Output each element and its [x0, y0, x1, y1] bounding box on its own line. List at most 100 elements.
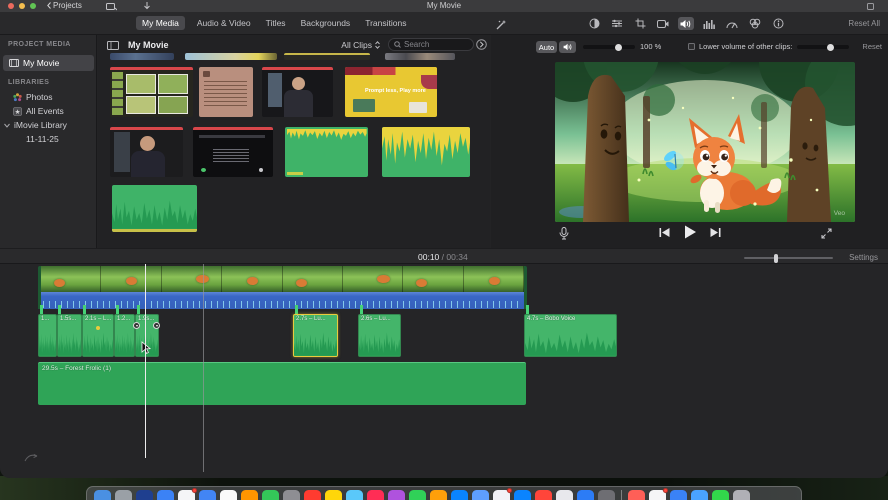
- next-frame-button[interactable]: [710, 227, 721, 238]
- media-thumbnail-presenter[interactable]: [262, 67, 333, 117]
- timeline-audio-clip[interactable]: 1...: [38, 314, 57, 357]
- dock-app-icon[interactable]: [556, 489, 573, 500]
- sidebar-item-photos[interactable]: Photos: [0, 90, 97, 104]
- volume-keyframe-button[interactable]: [133, 322, 140, 329]
- dock-app-icon[interactable]: [178, 488, 197, 500]
- dock-app-icon[interactable]: [94, 489, 111, 500]
- dock-app-icon[interactable]: [472, 489, 489, 500]
- timeline-audio-clip[interactable]: 1.5s...: [57, 314, 82, 357]
- media-thumbnail-audio-clip[interactable]: [112, 185, 197, 232]
- lower-volume-slider[interactable]: [797, 43, 849, 51]
- timeline-video-audio-strip[interactable]: [38, 292, 527, 309]
- tab-audio-video[interactable]: Audio & Video: [194, 16, 254, 30]
- sidebar-item-date-folder[interactable]: 11-11-25: [0, 132, 97, 146]
- search-field[interactable]: [388, 38, 474, 51]
- appearance-toggle-icon[interactable]: [107, 41, 119, 50]
- play-button[interactable]: [683, 225, 697, 239]
- color-balance-icon[interactable]: [586, 17, 602, 30]
- sidebar-item-imovie-library[interactable]: iMovie Library: [0, 118, 97, 132]
- timeline-settings-button[interactable]: Settings: [849, 253, 878, 262]
- timeline-audio-clip[interactable]: 1.2...: [114, 314, 135, 357]
- disclosure-chevron-icon[interactable]: [4, 123, 10, 128]
- volume-keyframe-button[interactable]: [153, 322, 160, 329]
- timeline-video-clip[interactable]: [38, 266, 527, 292]
- playhead[interactable]: [145, 264, 146, 458]
- dock-app-icon[interactable]: [346, 489, 363, 500]
- timeline-audio-clip[interactable]: 4.7s – Bobo Voice: [524, 314, 617, 357]
- dock-app-icon[interactable]: [430, 489, 447, 500]
- browser-forward-button[interactable]: [476, 39, 487, 50]
- clip-info-icon[interactable]: [770, 17, 786, 30]
- timeline-audio-clip[interactable]: 2.6s – Lu...: [358, 314, 401, 357]
- dock-app-icon[interactable]: [409, 489, 426, 500]
- reset-volume-button[interactable]: Reset: [862, 42, 882, 51]
- dock-app-icon[interactable]: [325, 489, 342, 500]
- auto-volume-button[interactable]: Auto: [536, 41, 557, 53]
- dock-app-icon[interactable]: [136, 489, 153, 500]
- dock-app-icon[interactable]: [712, 489, 729, 500]
- sidebar-item-my-movie[interactable]: My Movie: [3, 55, 94, 71]
- timeline-zoom-slider[interactable]: [744, 253, 833, 263]
- dock-app-icon[interactable]: [241, 489, 258, 500]
- media-thumbnail-terminal[interactable]: [193, 127, 273, 177]
- dock-app-icon[interactable]: [304, 489, 321, 500]
- stabilization-icon[interactable]: [655, 17, 671, 30]
- tab-my-media[interactable]: My Media: [136, 16, 185, 30]
- media-thumbnail[interactable]: [284, 53, 370, 60]
- media-thumbnail[interactable]: [110, 53, 174, 60]
- dock-app-icon[interactable]: [367, 489, 384, 500]
- timeline-zoom-knob[interactable]: [774, 253, 778, 263]
- media-thumbnail-screen-recording[interactable]: [110, 67, 193, 117]
- media-thumbnail-document[interactable]: [199, 67, 253, 117]
- reset-all-button[interactable]: Reset All: [848, 19, 880, 28]
- dock-app-icon[interactable]: [649, 488, 668, 500]
- dock-app-icon[interactable]: [598, 489, 615, 500]
- noise-reduction-icon[interactable]: [701, 17, 717, 30]
- dock-app-icon[interactable]: [451, 489, 468, 500]
- media-thumbnail-audio-clip[interactable]: [285, 127, 368, 177]
- dock-app-icon[interactable]: [388, 489, 405, 500]
- timeline-audio-clip-selected[interactable]: 2.7s – Lu...: [293, 314, 338, 357]
- dock-app-icon[interactable]: [157, 489, 174, 500]
- lower-volume-slider-knob[interactable]: [827, 43, 834, 51]
- color-correction-icon[interactable]: [609, 17, 625, 30]
- search-input[interactable]: [404, 40, 464, 49]
- clips-filter-dropdown[interactable]: All Clips: [341, 40, 380, 50]
- fullscreen-button[interactable]: [821, 228, 832, 239]
- volume-icon[interactable]: [678, 17, 694, 30]
- enhance-wand-icon[interactable]: [495, 19, 507, 31]
- dock-app-icon[interactable]: [262, 489, 279, 500]
- dock-app-icon[interactable]: [535, 489, 552, 500]
- media-thumbnail-audio-clip[interactable]: [382, 127, 470, 177]
- clip-filter-icon[interactable]: [747, 17, 763, 30]
- dock-app-icon[interactable]: [115, 489, 132, 500]
- timeline-audio-clip[interactable]: 2.1s – L...: [82, 314, 114, 357]
- dock-app-icon[interactable]: [733, 489, 750, 500]
- tab-transitions[interactable]: Transitions: [362, 16, 409, 30]
- timeline-music-clip[interactable]: 29.5s – Forest Frolic (1): [38, 362, 526, 405]
- dock-app-icon[interactable]: [577, 489, 594, 500]
- mute-button[interactable]: [559, 41, 576, 53]
- dock-app-icon[interactable]: [493, 488, 512, 500]
- dock-app-icon[interactable]: [670, 489, 687, 500]
- tab-backgrounds[interactable]: Backgrounds: [298, 16, 354, 30]
- tab-titles[interactable]: Titles: [263, 16, 289, 30]
- dock-app-icon[interactable]: [691, 489, 708, 500]
- media-thumbnail-slide[interactable]: Prompt less, Play more: [345, 67, 437, 117]
- dock-app-icon[interactable]: [199, 489, 216, 500]
- dock-app-icon[interactable]: [514, 489, 531, 500]
- crop-icon[interactable]: [632, 17, 648, 30]
- corner-scribble: [24, 453, 38, 462]
- dock-app-icon[interactable]: [283, 489, 300, 500]
- volume-slider[interactable]: [583, 43, 635, 51]
- lower-volume-checkbox[interactable]: [688, 43, 695, 50]
- volume-slider-knob[interactable]: [615, 43, 622, 51]
- dock-app-icon[interactable]: [220, 489, 237, 500]
- dock-app-icon[interactable]: [628, 489, 645, 500]
- sidebar-item-all-events[interactable]: ★ All Events: [0, 104, 97, 118]
- media-thumbnail[interactable]: [185, 53, 277, 60]
- previous-frame-button[interactable]: [659, 227, 670, 238]
- media-thumbnail[interactable]: [385, 53, 455, 60]
- media-thumbnail-webcam[interactable]: [110, 127, 183, 177]
- speed-icon[interactable]: [724, 17, 740, 30]
